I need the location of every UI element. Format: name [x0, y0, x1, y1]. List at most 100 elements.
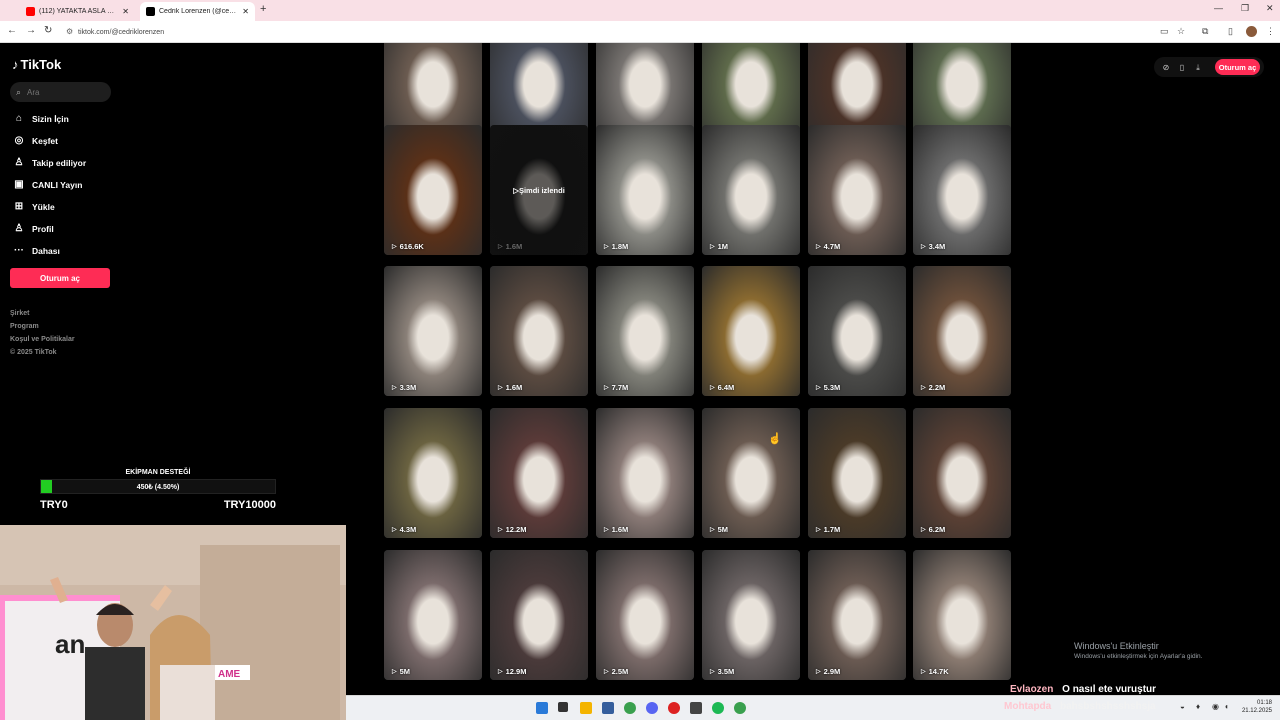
search-input[interactable] — [27, 87, 98, 97]
nav-more[interactable]: ··· Dahası — [12, 245, 60, 256]
video-card[interactable]: ▷ 4.3M — [384, 408, 482, 538]
sidebar-icon[interactable]: ▯ — [1228, 26, 1233, 37]
forward-icon[interactable]: → — [26, 25, 36, 36]
new-tab-button[interactable]: + — [260, 3, 266, 15]
video-card[interactable]: ▷1.6M▷ Şimdi izlendi — [490, 125, 588, 255]
video-card[interactable]: ▷ 12.2M — [490, 408, 588, 538]
nav-label: CANLI Yayın — [32, 179, 83, 190]
window-close-icon[interactable]: ✕ — [1266, 3, 1274, 14]
clock-date: 21.12.2025 — [1241, 708, 1272, 714]
reload-icon[interactable]: ↻ — [44, 25, 52, 36]
nav-for-you[interactable]: ⌂ Sizin İçin — [12, 113, 69, 124]
volume-icon[interactable]: ◖ — [1224, 702, 1229, 711]
site-info-icon[interactable]: ⚙ — [66, 27, 73, 36]
browser-tab-youtube[interactable]: (112) YATAKTA ASLA OLMAZ!!! ✕ — [20, 2, 135, 21]
profile-avatar[interactable] — [1246, 26, 1257, 37]
download-icon[interactable]: ⤓ — [1192, 63, 1204, 75]
microphone-icon[interactable]: ♦ — [1196, 702, 1200, 711]
app-icon-red[interactable] — [668, 702, 680, 714]
video-card[interactable]: ▷ 2.2M — [913, 266, 1011, 396]
bookmark-star-icon[interactable]: ☆ — [1177, 26, 1185, 37]
video-thumbnail — [913, 125, 1011, 255]
video-card[interactable]: ▷ 6.2M — [913, 408, 1011, 538]
app-icon[interactable] — [602, 702, 614, 714]
youtube-favicon-icon — [26, 7, 35, 16]
search-icon: ⌕ — [16, 86, 22, 97]
donation-goal: EKİPMAN DESTEĞİ 450₺ (4.50%) TRY0 TRY100… — [40, 469, 276, 511]
video-card[interactable]: ▷ 3.5M — [702, 550, 800, 680]
nav-explore[interactable]: ◎ Keşfet — [12, 135, 58, 146]
play-icon: ▷ — [710, 669, 715, 675]
login-button[interactable]: Oturum aç — [10, 268, 110, 288]
video-card[interactable]: ▷ 2.5M — [596, 550, 694, 680]
top-login-button[interactable]: Oturum aç — [1215, 59, 1260, 75]
video-card[interactable]: ▷ 14.7K — [913, 550, 1011, 680]
spotify-icon[interactable] — [712, 702, 724, 714]
footer-terms-link[interactable]: Koşul ve Politikalar — [10, 336, 75, 343]
video-thumbnail — [702, 266, 800, 396]
view-count-text: 4.3M — [399, 525, 417, 534]
video-card[interactable]: ▷1.6M — [596, 408, 694, 538]
browser-tab-tiktok[interactable]: Cedrik Lorenzen (@cedriklorenzen) ✕ — [140, 2, 255, 21]
video-thumbnail — [596, 408, 694, 538]
maximize-icon[interactable]: ❐ — [1241, 3, 1249, 14]
webcam-feed: an. AME — [0, 525, 346, 720]
video-card[interactable]: ▷ 5M — [702, 408, 800, 538]
donation-progress-text: 450₺ (4.50%) — [136, 484, 180, 491]
menu-icon[interactable]: ⋮ — [1266, 26, 1275, 37]
nav-upload[interactable]: ⊞ Yükle — [12, 201, 55, 212]
cast-icon[interactable]: ▭ — [1160, 26, 1169, 37]
video-thumbnail — [702, 408, 800, 538]
video-card[interactable]: ▷ 3.4M — [913, 125, 1011, 255]
file-explorer-icon[interactable] — [580, 702, 592, 714]
play-icon: ▷ — [816, 527, 821, 533]
view-count-text: 7.7M — [611, 383, 629, 392]
video-card[interactable]: ▷ 7.7M — [596, 266, 694, 396]
tiktok-logo[interactable]: ♪ TikTok — [12, 57, 61, 72]
view-count: ▷ 3.5M — [710, 667, 734, 676]
view-count: ▷ 2.5M — [604, 667, 628, 676]
back-icon[interactable]: ← — [7, 25, 17, 36]
device-icon[interactable]: ▯ — [1176, 63, 1188, 75]
close-tab-icon[interactable]: ✕ — [122, 7, 129, 16]
footer-company-link[interactable]: Şirket — [10, 310, 29, 317]
video-thumbnail — [913, 408, 1011, 538]
coins-icon[interactable]: ⊘ — [1160, 63, 1172, 75]
video-card[interactable]: ▷ 6.4M — [702, 266, 800, 396]
video-card[interactable]: ▷ 5M — [384, 550, 482, 680]
task-view-icon[interactable] — [558, 702, 568, 712]
video-card[interactable]: ▷ 1.8M — [596, 125, 694, 255]
system-clock[interactable]: 01:18 21.12.2025 — [1236, 699, 1272, 715]
chat-message: Evlaozen O nasıl ete vuruştur — [1010, 684, 1156, 695]
video-card[interactable]: ▷ 4.7M — [808, 125, 906, 255]
windows-activation-notice: Windows'u Etkinleştir Windows'u etkinleş… — [1074, 641, 1202, 660]
video-card[interactable]: ▷ 3.3M — [384, 266, 482, 396]
video-card[interactable]: ▷ 12.9M — [490, 550, 588, 680]
activation-subtitle: Windows'u etkinleştirmek için Ayarlar'a … — [1074, 653, 1203, 660]
nav-following[interactable]: ♙ Takip ediliyor — [12, 157, 87, 168]
footer-program-link[interactable]: Program — [10, 323, 39, 330]
url-field[interactable]: ⚙ tiktok.com/@cedriklorenzen — [60, 24, 1150, 40]
search-box[interactable]: ⌕ — [10, 82, 111, 102]
video-card[interactable]: ▷ 1M — [702, 125, 800, 255]
chrome-icon-2[interactable] — [734, 702, 746, 714]
video-card[interactable]: ▷1.6M — [490, 266, 588, 396]
minimize-icon[interactable]: — — [1214, 3, 1223, 13]
extensions-icon[interactable]: ⧉ — [1202, 26, 1208, 37]
video-thumbnail — [384, 266, 482, 396]
video-card[interactable]: ▷ 616.6K — [384, 125, 482, 255]
start-icon[interactable] — [536, 702, 548, 714]
video-card[interactable]: ▷ 1.7M — [808, 408, 906, 538]
play-icon: ▷ — [921, 527, 926, 533]
wifi-icon[interactable]: ◉ — [1212, 702, 1219, 711]
app-icon-dark[interactable] — [690, 702, 702, 714]
discord-icon[interactable] — [646, 702, 658, 714]
chrome-icon[interactable] — [624, 702, 636, 714]
network-icon[interactable]: ◒ — [1180, 702, 1185, 711]
video-card[interactable]: ▷ 5.3M — [808, 266, 906, 396]
video-card[interactable]: ▷ 2.9M — [808, 550, 906, 680]
tiktok-note-icon: ♪ — [12, 57, 19, 72]
nav-profile[interactable]: ♙ Profil — [12, 223, 54, 234]
close-tab-icon[interactable]: ✕ — [242, 7, 249, 16]
nav-live[interactable]: ▣ CANLI Yayın — [12, 179, 82, 190]
